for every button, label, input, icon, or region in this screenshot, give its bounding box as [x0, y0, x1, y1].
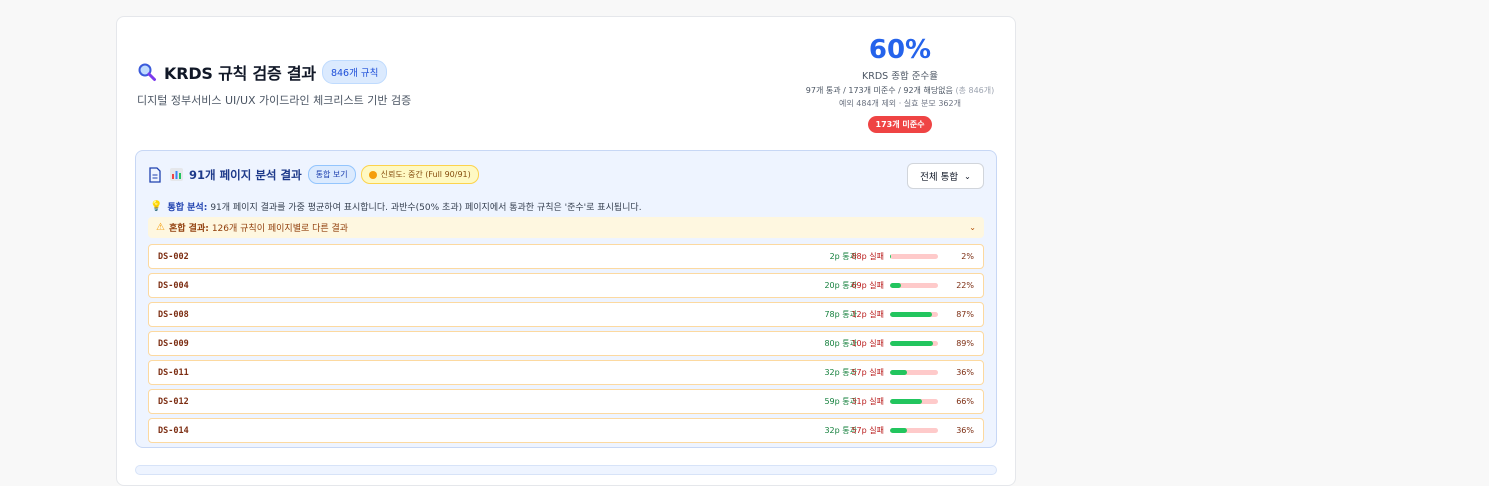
rule-id: DS-011 [158, 367, 189, 378]
pass-percent: 89% [956, 339, 974, 348]
document-icon [149, 166, 161, 183]
integrated-analysis-note: 💡 통합 분석: 91개 페이지 결과를 가중 평균하여 표시합니다. 과반수(… [150, 200, 642, 213]
pass-ratio-fill [890, 254, 891, 259]
rule-id: DS-008 [158, 309, 189, 320]
rule-row[interactable]: DS-009 80p 통과 10p 실패 89% [148, 331, 984, 356]
rule-id: DS-014 [158, 425, 189, 436]
rule-row[interactable]: DS-002 2p 통과 88p 실패 2% [148, 244, 984, 269]
rule-id: DS-012 [158, 396, 189, 407]
next-section-card [135, 465, 997, 475]
mixed-results-toggle[interactable]: ⚠ 혼합 결과: 126개 규칙이 페이지별로 다른 결과 ⌄ [148, 217, 984, 238]
rule-row[interactable]: DS-014 32p 통과 57p 실패 36% [148, 418, 984, 443]
fail-count: 57p 실패 [851, 368, 884, 377]
rule-results-list: DS-002 2p 통과 88p 실패 2% DS-004 20p 통과 69p… [148, 244, 984, 447]
panel-title: 91개 페이지 분석 결과 [189, 167, 302, 182]
pass-ratio-bar [890, 370, 938, 375]
score-exception-detail: 예외 484개 제외 · 실효 분모 362개 [839, 99, 961, 108]
info-text: 91개 페이지 결과를 가중 평균하여 표시합니다. 과반수(50% 초과) 페… [210, 203, 642, 213]
rule-count-badge: 846개 규칙 [321, 60, 388, 84]
score-total: (총 846개) [955, 86, 995, 95]
pass-percent: 36% [956, 426, 974, 435]
compliance-label: KRDS 종합 준수율 [862, 71, 938, 82]
pass-ratio-fill [890, 341, 933, 346]
score-detail: 97개 통과 / 173개 미준수 / 92개 해당없음 (총 846개) [783, 85, 1017, 96]
page-scope-value: 전체 통합 [920, 172, 959, 183]
confidence-badge: 신뢰도: 중간 (Full 90/91) [360, 165, 479, 184]
pass-ratio-bar [890, 428, 938, 433]
rule-id: DS-009 [158, 338, 189, 349]
noncompliance-badge: 173개 미준수 [867, 116, 933, 133]
rule-id: DS-004 [158, 280, 189, 291]
magnifier-icon [138, 63, 156, 81]
pass-ratio-fill [890, 370, 908, 375]
pass-ratio-bar [890, 254, 938, 259]
bar-chart-icon [170, 168, 183, 181]
warning-icon: ⚠ [156, 222, 165, 233]
page-scope-select[interactable]: 전체 통합 ⌄ [907, 163, 984, 189]
score-summary: 60% KRDS 종합 준수율 97개 통과 / 173개 미준수 / 92개 … [783, 33, 1017, 133]
integrated-view-badge[interactable]: 통합 보기 [307, 165, 356, 184]
pass-ratio-fill [890, 428, 908, 433]
pass-ratio-bar [890, 312, 938, 317]
fail-count: 69p 실패 [851, 281, 884, 290]
krds-result-card: KRDS 규칙 검증 결과 846개 규칙 디지털 정부서비스 UI/UX 가이… [116, 16, 1016, 486]
mixed-text: 126개 규칙이 페이지별로 다른 결과 [211, 224, 349, 234]
compliance-score: 60% [868, 35, 932, 65]
page-analysis-panel: 91개 페이지 분석 결과 통합 보기 신뢰도: 중간 (Full 90/91)… [135, 150, 997, 448]
fail-count: 31p 실패 [851, 397, 884, 406]
pass-percent: 87% [956, 310, 974, 319]
score-counts: 97개 통과 / 173개 미준수 / 92개 해당없음 [805, 86, 953, 95]
rule-row[interactable]: DS-012 59p 통과 31p 실패 66% [148, 389, 984, 414]
pass-ratio-fill [890, 399, 922, 404]
pass-percent: 2% [961, 252, 974, 261]
fail-count: 10p 실패 [851, 339, 884, 348]
pass-percent: 66% [956, 397, 974, 406]
pass-percent: 22% [956, 281, 974, 290]
mixed-label: 혼합 결과: [168, 224, 209, 234]
rule-id: DS-002 [158, 251, 189, 262]
lightbulb-icon: 💡 [150, 201, 163, 212]
pass-ratio-bar [890, 341, 938, 346]
fail-count: 12p 실패 [851, 310, 884, 319]
confidence-dot-icon [368, 170, 377, 179]
rule-row[interactable]: DS-004 20p 통과 69p 실패 22% [148, 273, 984, 298]
rule-row[interactable]: DS-011 32p 통과 57p 실패 36% [148, 360, 984, 385]
chevron-down-icon: ⌄ [969, 223, 976, 232]
title-row: KRDS 규칙 검증 결과 846개 규칙 [137, 60, 388, 84]
panel-header: 91개 페이지 분석 결과 통합 보기 신뢰도: 중간 (Full 90/91) [148, 165, 479, 184]
pass-ratio-fill [890, 283, 901, 288]
pass-ratio-bar [890, 283, 938, 288]
pass-ratio-fill [890, 312, 932, 317]
fail-count: 88p 실패 [851, 252, 884, 261]
rule-row[interactable]: DS-008 78p 통과 12p 실패 87% [148, 302, 984, 327]
page-title: KRDS 규칙 검증 결과 [164, 64, 316, 83]
info-label: 통합 분석: [167, 203, 208, 213]
fail-count: 57p 실패 [851, 426, 884, 435]
page-subtitle: 디지털 정부서비스 UI/UX 가이드라인 체크리스트 기반 검증 [137, 94, 412, 107]
pass-percent: 36% [956, 368, 974, 377]
confidence-label: 신뢰도: 중간 (Full 90/91) [380, 170, 471, 179]
pass-ratio-bar [890, 399, 938, 404]
chevron-down-icon: ⌄ [964, 171, 971, 181]
